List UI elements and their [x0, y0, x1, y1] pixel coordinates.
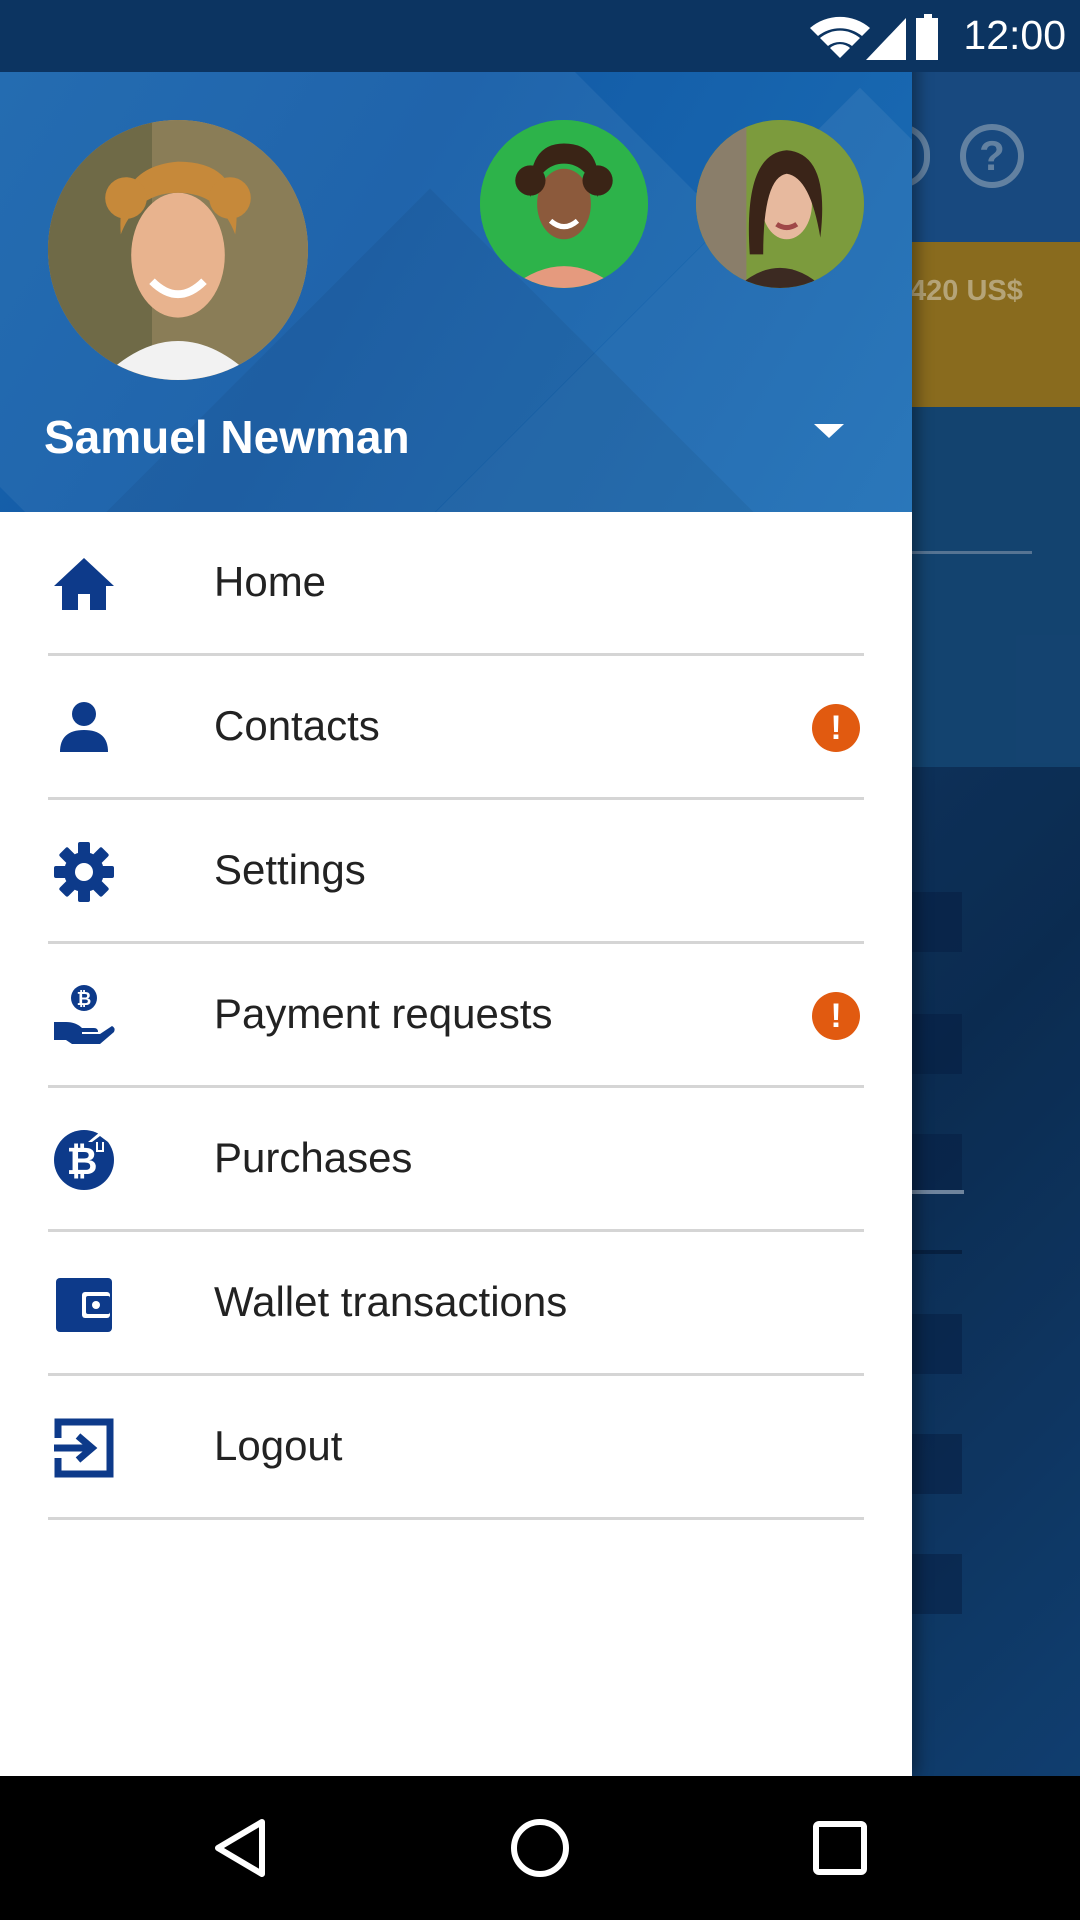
- user-photo-icon: [48, 120, 308, 380]
- battery-icon: [916, 14, 938, 60]
- alert-badge: !: [812, 992, 860, 1040]
- svg-text:₿: ₿: [77, 989, 92, 1010]
- svg-text:₿: ₿: [67, 1139, 98, 1183]
- avatar[interactable]: [48, 120, 308, 380]
- menu-item-label: Purchases: [214, 1134, 413, 1181]
- status-icons: [810, 14, 938, 60]
- drawer-header: Samuel Newman: [0, 72, 912, 512]
- menu-item-contacts[interactable]: Contacts !: [0, 656, 912, 800]
- menu-item-wallet-transactions[interactable]: Wallet transactions: [0, 1232, 912, 1376]
- menu-item-payment-requests[interactable]: ₿ Payment requests !: [0, 944, 912, 1088]
- person-icon: [60, 702, 108, 752]
- menu-item-label: Payment requests: [214, 990, 553, 1037]
- account-photo-icon: [480, 120, 648, 288]
- recents-icon[interactable]: [804, 1812, 876, 1884]
- gear-icon: [54, 842, 114, 902]
- account-avatar-3[interactable]: [696, 120, 864, 288]
- signal-icon: [866, 18, 906, 60]
- home-circle-icon[interactable]: [504, 1812, 576, 1884]
- user-name: Samuel Newman: [44, 411, 410, 463]
- account-switcher-dropdown-icon[interactable]: [814, 424, 844, 438]
- menu-item-label: Settings: [214, 846, 366, 893]
- menu-item-home[interactable]: Home: [0, 512, 912, 656]
- drawer-menu: Home Contacts ! Settings ₿ Payment reque…: [0, 512, 912, 1520]
- account-avatar-2[interactable]: [480, 120, 648, 288]
- alert-badge: !: [812, 704, 860, 752]
- navigation-drawer: Samuel Newman Home Contacts ! Settings ₿…: [0, 0, 912, 1776]
- clock: 12:00: [963, 12, 1066, 58]
- back-icon[interactable]: [204, 1812, 276, 1884]
- menu-item-label: Wallet transactions: [214, 1278, 568, 1325]
- menu-item-settings[interactable]: Settings: [0, 800, 912, 944]
- system-nav-bar: [0, 1776, 1080, 1920]
- bitcoin-hand-icon: ₿: [54, 985, 115, 1044]
- menu-item-label: Logout: [214, 1422, 343, 1469]
- menu-item-logout[interactable]: Logout: [0, 1376, 912, 1520]
- wallet-icon: [56, 1278, 112, 1332]
- logout-icon: [54, 1418, 114, 1478]
- home-icon: [54, 558, 114, 610]
- account-photo-icon: [696, 120, 864, 288]
- menu-item-purchases[interactable]: ₿ Purchases: [0, 1088, 912, 1232]
- bitcoin-purchase-icon: ₿: [54, 1130, 114, 1190]
- menu-item-label: Contacts: [214, 702, 380, 749]
- divider: [48, 1517, 864, 1520]
- wifi-icon: [810, 16, 870, 58]
- status-bar: 12:00: [0, 0, 1080, 72]
- menu-item-label: Home: [214, 558, 327, 605]
